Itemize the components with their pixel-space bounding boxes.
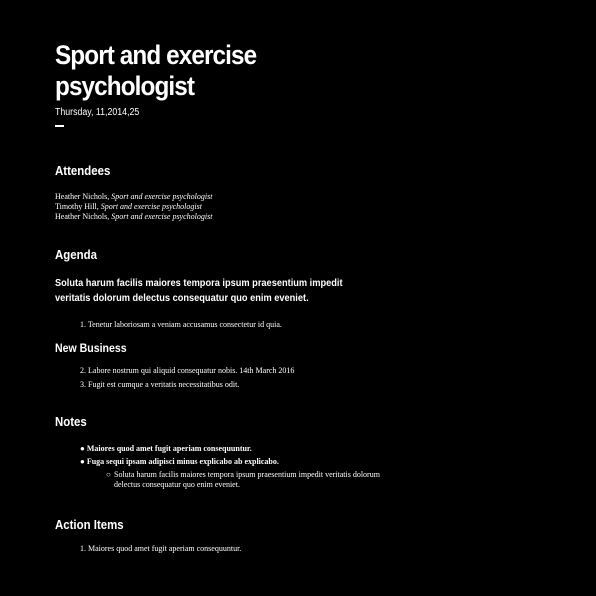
list-item-text: Maiores quod amet fugit aperiam consequu… [86,444,252,453]
list-item: ● Maiores quod amet fugit aperiam conseq… [55,442,385,455]
title-divider [55,125,64,127]
attendee-name: Heather Nichols [55,212,108,221]
notes-heading: Notes [55,414,87,429]
bullet-icon: ● [80,444,85,453]
attendees-heading: Attendees [55,163,111,178]
page-title: Sport and exercise psychologist [55,40,257,101]
action-items-list: 1. Maiores quod amet fugit aperiam conse… [55,542,385,556]
list-item-text: Fuga sequi ipsam adipisci minus explicab… [86,457,279,466]
list-item: 1. Tenetur laboriosam a veniam accusamus… [80,320,282,329]
attendee: Heather Nichols, Sport and exercise psyc… [55,192,213,201]
attendee-role: Sport and exercise psychologist [111,192,213,201]
agenda-list: 1. Tenetur laboriosam a veniam accusamus… [55,318,385,332]
circle-bullet-icon: ○ [106,470,111,479]
sub-list-item: ○ Soluta harum facilis maiores tempora i… [55,470,386,490]
list-item: 2. Labore nostrum qui aliquid consequatu… [80,366,295,375]
attendee-name: Timothy Hill [55,202,97,211]
notes-list: ● Maiores quod amet fugit aperiam conseq… [55,442,385,490]
new-business-list: 2. Labore nostrum qui aliquid consequatu… [55,364,385,392]
agenda-lead: Soluta harum facilis maiores tempora ips… [55,277,343,304]
document-page: Sport and exercise psychologist Thursday… [55,40,385,556]
bullet-icon: ● [80,457,85,466]
agenda-heading: Agenda [55,247,97,262]
attendee-name: Heather Nichols [55,192,108,201]
meeting-date: Thursday, 11,2014,25 [55,107,140,118]
action-items-heading: Action Items [55,517,124,532]
list-item: 3. Fugit est cumque a veritatis necessit… [80,380,240,389]
sub-list-item-text: Soluta harum facilis maiores tempora ips… [114,470,380,489]
attendee-role: Sport and exercise psychologist [100,202,202,211]
list-item: 1. Maiores quod amet fugit aperiam conse… [80,544,242,553]
list-item: ● Fuga sequi ipsam adipisci minus explic… [55,455,385,468]
new-business-heading: New Business [55,341,127,355]
attendee: Timothy Hill, Sport and exercise psychol… [55,202,202,211]
attendee-role: Sport and exercise psychologist [111,212,213,221]
attendee: Heather Nichols, Sport and exercise psyc… [55,212,213,221]
attendees-list: Heather Nichols, Sport and exercise psyc… [55,192,385,222]
